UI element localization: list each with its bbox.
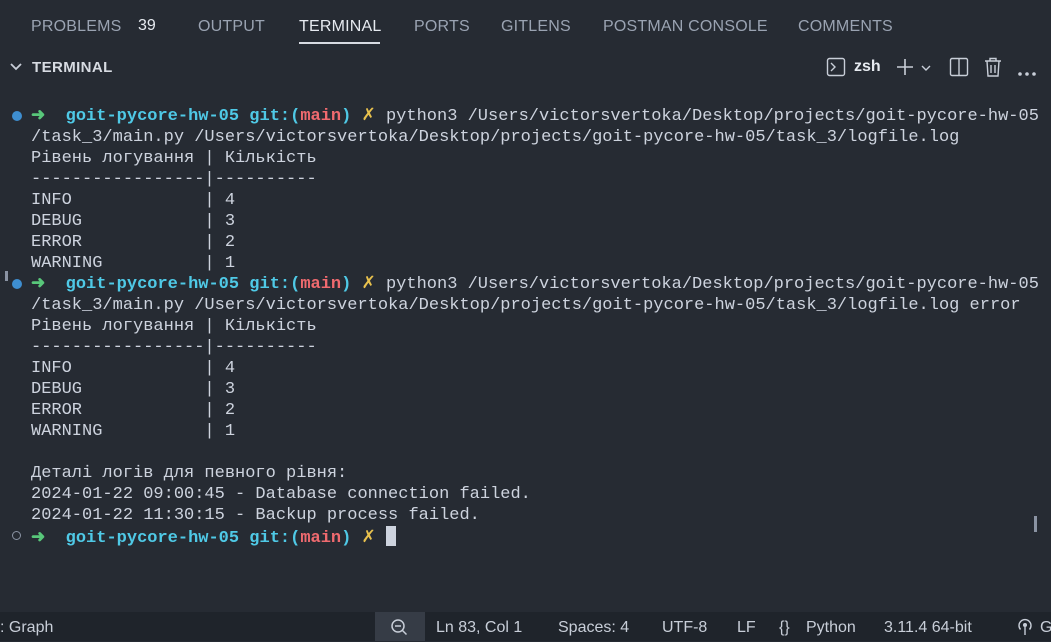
log-entry: 2024-01-22 11:30:15 - Backup process fai…: [31, 506, 480, 525]
status-graph[interactable]: : Graph: [0, 619, 53, 637]
prompt-branch: main: [300, 529, 342, 548]
terminal-cursor: [385, 526, 396, 546]
status-item-cut[interactable]: G: [1040, 619, 1051, 637]
prompt-paren: (: [290, 529, 301, 548]
log-entry: 2024-01-22 09:00:45 - Database connectio…: [31, 485, 531, 504]
language-mode[interactable]: Python: [806, 619, 856, 637]
braces-icon: {}: [779, 619, 790, 636]
prompt-line: ➜ goit-pycore-hw-05 git:(main) ✗ python3…: [31, 106, 1039, 127]
terminal-shell-icon[interactable]: [826, 57, 846, 82]
terminal-panel-header: TERMINAL zsh: [0, 55, 1051, 81]
status-search-button[interactable]: [375, 612, 425, 641]
table-row: WARNING | 1: [31, 254, 236, 273]
table-header: Рівень логування | Кількість: [31, 149, 317, 168]
chevron-down-icon[interactable]: [9, 60, 23, 79]
tab-ports[interactable]: PORTS: [414, 18, 470, 36]
table-row: DEBUG | 3: [31, 212, 236, 231]
table-row: DEBUG | 3: [31, 380, 236, 399]
prompt-paren: ): [341, 107, 352, 126]
command-text: /task_3/main.py /Users/victorsvertoka/De…: [31, 128, 960, 147]
encoding[interactable]: UTF-8: [662, 619, 707, 637]
more-actions-icon[interactable]: [1017, 64, 1037, 82]
tab-comments[interactable]: COMMENTS: [798, 18, 893, 36]
python-interpreter[interactable]: 3.11.4 64-bit: [884, 619, 972, 637]
prompt-branch: main: [300, 275, 342, 294]
terminal-dropdown-icon[interactable]: [920, 61, 932, 79]
tab-terminal[interactable]: TERMINAL: [299, 18, 382, 36]
active-tab-indicator: [299, 42, 380, 44]
command-success-dot-icon[interactable]: [12, 279, 22, 289]
table-separator: -----------------|----------: [31, 170, 317, 189]
end-of-line[interactable]: LF: [737, 619, 756, 637]
prompt-arrow-icon: ➜: [31, 107, 46, 126]
prompt-arrow-icon: ➜: [31, 275, 46, 294]
prompt-git: git:: [249, 107, 291, 126]
table-row: INFO | 4: [31, 191, 236, 210]
command-text: python3 /Users/victorsvertoka/Desktop/pr…: [385, 107, 1039, 126]
prompt-repo: goit-pycore-hw-05: [65, 107, 240, 126]
terminal-output[interactable]: ➜ goit-pycore-hw-05 git:(main) ✗ python3…: [0, 96, 1051, 576]
prompt-branch: main: [300, 107, 342, 126]
cursor-position[interactable]: Ln 83, Col 1: [436, 619, 522, 637]
trash-icon[interactable]: [983, 56, 1003, 83]
problems-count-badge: 39: [138, 17, 156, 34]
tab-postman-console[interactable]: POSTMAN CONSOLE: [603, 18, 768, 36]
dirty-mark: ✗: [361, 275, 376, 294]
panel-title: TERMINAL: [32, 59, 113, 76]
tab-problems[interactable]: PROBLEMS: [31, 18, 122, 36]
prompt-repo: goit-pycore-hw-05: [65, 529, 240, 548]
shell-name[interactable]: zsh: [854, 58, 881, 76]
table-separator: -----------------|----------: [31, 338, 317, 357]
prompt-git: git:: [249, 529, 291, 548]
new-terminal-icon[interactable]: [895, 57, 915, 82]
panel-tabs: PROBLEMS 39 OUTPUT TERMINAL PORTS GITLEN…: [0, 0, 1051, 52]
table-header: Рівень логування | Кількість: [31, 317, 317, 336]
indentation[interactable]: Spaces: 4: [558, 619, 629, 637]
zoom-out-icon: [391, 619, 408, 636]
prompt-repo: goit-pycore-hw-05: [65, 275, 240, 294]
command-text: /task_3/main.py /Users/victorsvertoka/De…: [31, 296, 1021, 315]
broadcast-icon[interactable]: [1016, 617, 1034, 642]
prompt-line: ➜ goit-pycore-hw-05 git:(main) ✗ python3…: [31, 274, 1039, 295]
tab-gitlens[interactable]: GITLENS: [501, 18, 571, 36]
status-bar: : Graph Ln 83, Col 1 Spaces: 4 UTF-8 LF …: [0, 612, 1051, 641]
details-title: Деталі логів для певного рівня:: [31, 464, 348, 483]
prompt-paren: (: [290, 275, 301, 294]
prompt-git: git:: [249, 275, 291, 294]
prompt-paren: ): [341, 529, 352, 548]
command-pending-dot-icon: [12, 531, 21, 540]
prompt-paren: (: [290, 107, 301, 126]
prompt-line[interactable]: ➜ goit-pycore-hw-05 git:(main) ✗: [31, 526, 396, 548]
command-success-dot-icon[interactable]: [12, 111, 22, 121]
dirty-mark: ✗: [361, 529, 376, 548]
command-text: python3 /Users/victorsvertoka/Desktop/pr…: [385, 275, 1039, 294]
split-terminal-icon[interactable]: [949, 57, 969, 82]
prompt-arrow-icon: ➜: [31, 529, 46, 548]
table-row: ERROR | 2: [31, 233, 236, 252]
command-marker: [5, 271, 8, 281]
table-row: ERROR | 2: [31, 401, 236, 420]
table-row: INFO | 4: [31, 359, 236, 378]
prompt-paren: ): [341, 275, 352, 294]
tab-output[interactable]: OUTPUT: [198, 18, 265, 36]
table-row: WARNING | 1: [31, 422, 236, 441]
scrollbar-thumb[interactable]: [1034, 516, 1037, 532]
dirty-mark: ✗: [361, 107, 376, 126]
